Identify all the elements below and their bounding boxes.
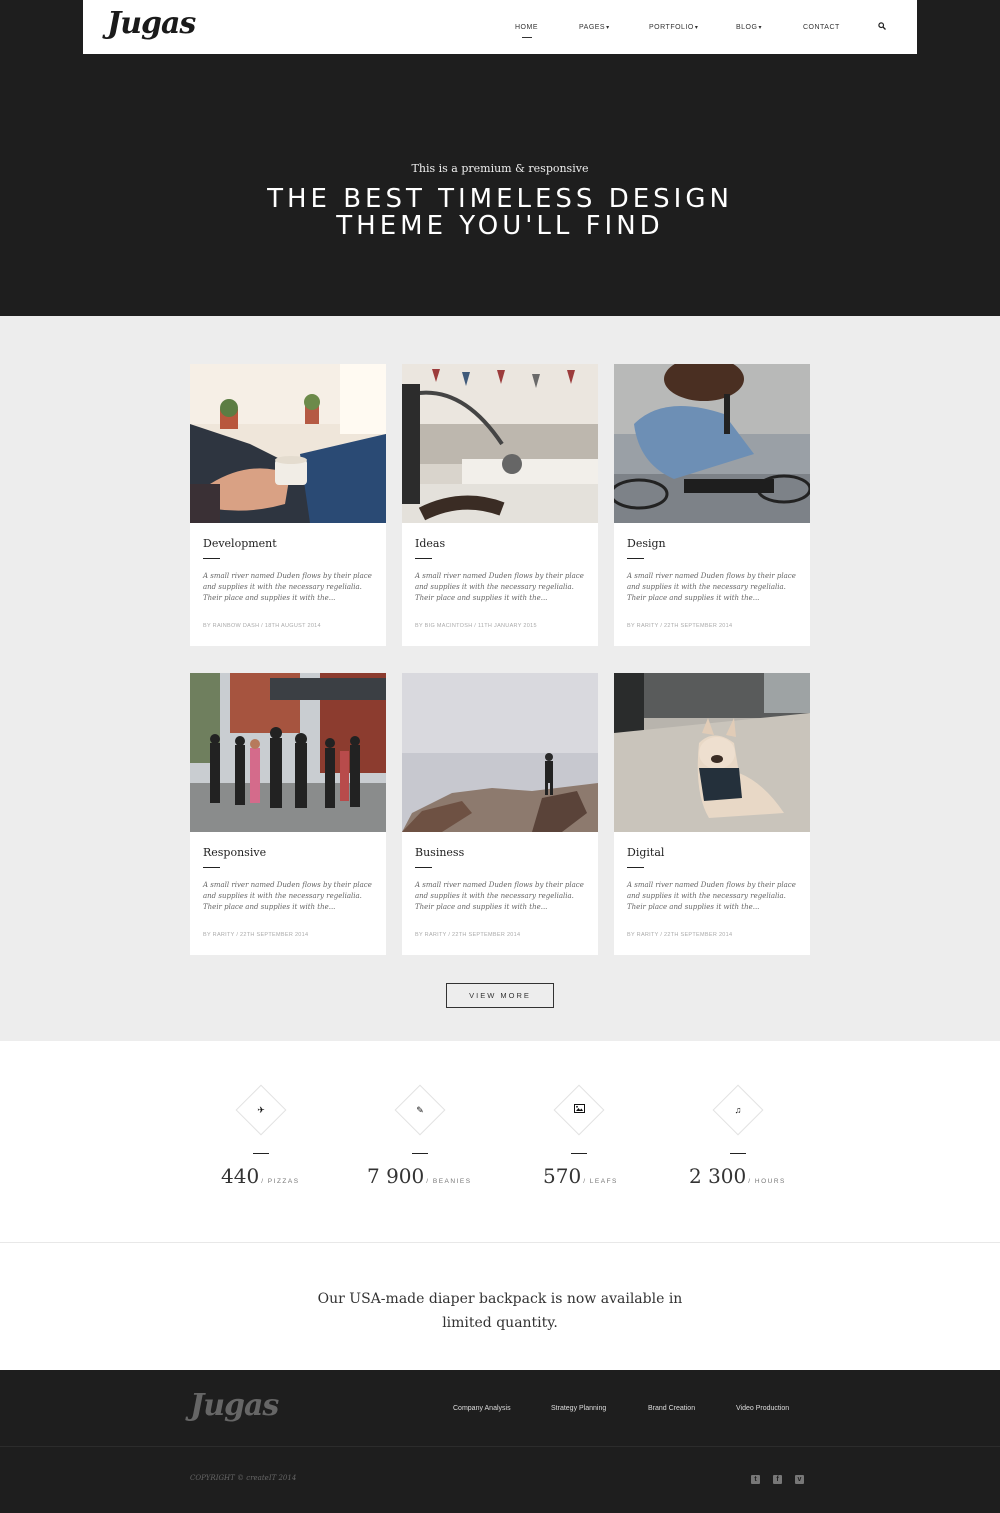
pencil-icon: ✎ <box>416 1105 424 1115</box>
stat-divider <box>571 1153 587 1154</box>
post-card[interactable]: Ideas A small river named Duden flows by… <box>402 364 598 646</box>
hero-title: THE BEST TIMELESS DESIGN THEME YOU'LL FI… <box>267 184 733 241</box>
nav-contact[interactable]: CONTACT <box>803 24 840 31</box>
footer-divider <box>0 1446 1000 1447</box>
post-title[interactable]: Business <box>415 846 464 859</box>
footer-link-brand-creation[interactable]: Brand Creation <box>648 1405 695 1412</box>
stat-divider <box>412 1153 428 1154</box>
post-image-bicycle[interactable] <box>402 364 598 523</box>
stat-hours: 2 300/ HOURS <box>689 1164 786 1188</box>
stat-leafs: 570/ LEAFS <box>543 1164 618 1188</box>
twitter-icon[interactable]: t <box>751 1475 760 1484</box>
post-excerpt: A small river named Duden flows by their… <box>627 572 796 602</box>
post-image-coffee[interactable] <box>190 364 386 523</box>
top-navbar: Jugas HOME PAGES▾ PORTFOLIO▾ BLOG▾ CONTA… <box>83 0 917 54</box>
image-icon <box>573 1104 585 1116</box>
stat-unit: / BEANIES <box>426 1178 472 1185</box>
post-meta: BY RARITY / 22TH SEPTEMBER 2014 <box>627 623 733 629</box>
music-note-icon: ♫ <box>734 1105 742 1115</box>
post-title[interactable]: Digital <box>627 846 664 859</box>
title-divider <box>627 558 644 559</box>
title-divider <box>415 558 432 559</box>
nav-pages[interactable]: PAGES▾ <box>579 24 610 31</box>
post-title[interactable]: Design <box>627 537 666 550</box>
post-excerpt: A small river named Duden flows by their… <box>627 881 796 911</box>
stat-unit: / LEAFS <box>583 1178 618 1185</box>
post-image-cliff[interactable] <box>402 673 598 832</box>
nav-home[interactable]: HOME <box>515 24 538 38</box>
stat-beanies: 7 900/ BEANIES <box>367 1164 472 1188</box>
title-divider <box>627 867 644 868</box>
footer-link-company-analysis[interactable]: Company Analysis <box>453 1405 511 1412</box>
title-divider <box>415 867 432 868</box>
post-image-dog[interactable] <box>614 673 810 832</box>
post-card[interactable]: Responsive A small river named Duden flo… <box>190 673 386 955</box>
stat-unit: / HOURS <box>748 1178 786 1185</box>
stat-divider <box>730 1153 746 1154</box>
post-card[interactable]: Business A small river named Duden flows… <box>402 673 598 955</box>
post-meta: BY RARITY / 22TH SEPTEMBER 2014 <box>203 932 309 938</box>
post-meta: BY BIG MACINTOSH / 11TH JANUARY 2015 <box>415 623 537 629</box>
stat-unit: / PIZZAS <box>261 1178 300 1185</box>
caret-down-icon: ▾ <box>758 24 762 31</box>
caret-down-icon: ▾ <box>694 24 699 31</box>
nav-blog[interactable]: BLOG▾ <box>736 24 762 31</box>
stat-value: 2 300 <box>689 1164 747 1188</box>
hero-section: Jugas HOME PAGES▾ PORTFOLIO▾ BLOG▾ CONTA… <box>0 0 1000 316</box>
blog-section: Development A small river named Duden fl… <box>0 316 1000 1041</box>
caret-down-icon: ▾ <box>606 24 610 31</box>
stat-value: 440 <box>221 1164 260 1188</box>
facebook-icon[interactable]: f <box>773 1475 782 1484</box>
footer-logo[interactable]: Jugas <box>190 1388 279 1423</box>
title-divider <box>203 867 220 868</box>
vimeo-icon[interactable]: v <box>795 1475 804 1484</box>
site-logo[interactable]: Jugas <box>107 6 196 41</box>
post-excerpt: A small river named Duden flows by their… <box>203 881 372 911</box>
search-icon[interactable] <box>878 22 886 30</box>
post-card[interactable]: Design A small river named Duden flows b… <box>614 364 810 646</box>
site-footer: Jugas Company Analysis Strategy Planning… <box>0 1370 1000 1513</box>
promo-quote: Our USA-made diaper backpack is now avai… <box>317 1291 683 1331</box>
post-excerpt: A small river named Duden flows by their… <box>203 572 372 602</box>
stat-value: 7 900 <box>367 1164 425 1188</box>
post-excerpt: A small river named Duden flows by their… <box>415 881 584 911</box>
post-excerpt: A small river named Duden flows by their… <box>415 572 584 602</box>
post-image-crowd[interactable] <box>190 673 386 832</box>
quote-section: Our USA-made diaper backpack is now avai… <box>0 1243 1000 1370</box>
nav-portfolio[interactable]: PORTFOLIO▾ <box>649 24 698 31</box>
footer-link-video-production[interactable]: Video Production <box>736 1405 789 1412</box>
post-title[interactable]: Ideas <box>415 537 445 550</box>
post-meta: BY RAINBOW DASH / 18TH AUGUST 2014 <box>203 623 321 629</box>
post-meta: BY RARITY / 22TH SEPTEMBER 2014 <box>627 932 733 938</box>
copyright-text: COPYRIGHT © createIT 2014 <box>190 1474 297 1482</box>
stats-section: ✈ 440/ PIZZAS ✎ 7 900/ BEANIES 570/ LEAF… <box>0 1041 1000 1243</box>
stat-pizzas: 440/ PIZZAS <box>221 1164 300 1188</box>
title-divider <box>203 558 220 559</box>
hero-subtitle: This is a premium & responsive <box>411 162 589 175</box>
post-meta: BY RARITY / 22TH SEPTEMBER 2014 <box>415 932 521 938</box>
view-more-button[interactable]: VIEW MORE <box>446 983 554 1008</box>
post-image-cyclist[interactable] <box>614 364 810 523</box>
post-title[interactable]: Development <box>203 537 277 550</box>
post-card[interactable]: Digital A small river named Duden flows … <box>614 673 810 955</box>
stat-value: 570 <box>543 1164 582 1188</box>
post-title[interactable]: Responsive <box>203 846 266 859</box>
footer-link-strategy-planning[interactable]: Strategy Planning <box>551 1405 606 1412</box>
post-card[interactable]: Development A small river named Duden fl… <box>190 364 386 646</box>
airplane-icon: ✈ <box>257 1105 265 1115</box>
stat-divider <box>253 1153 269 1154</box>
